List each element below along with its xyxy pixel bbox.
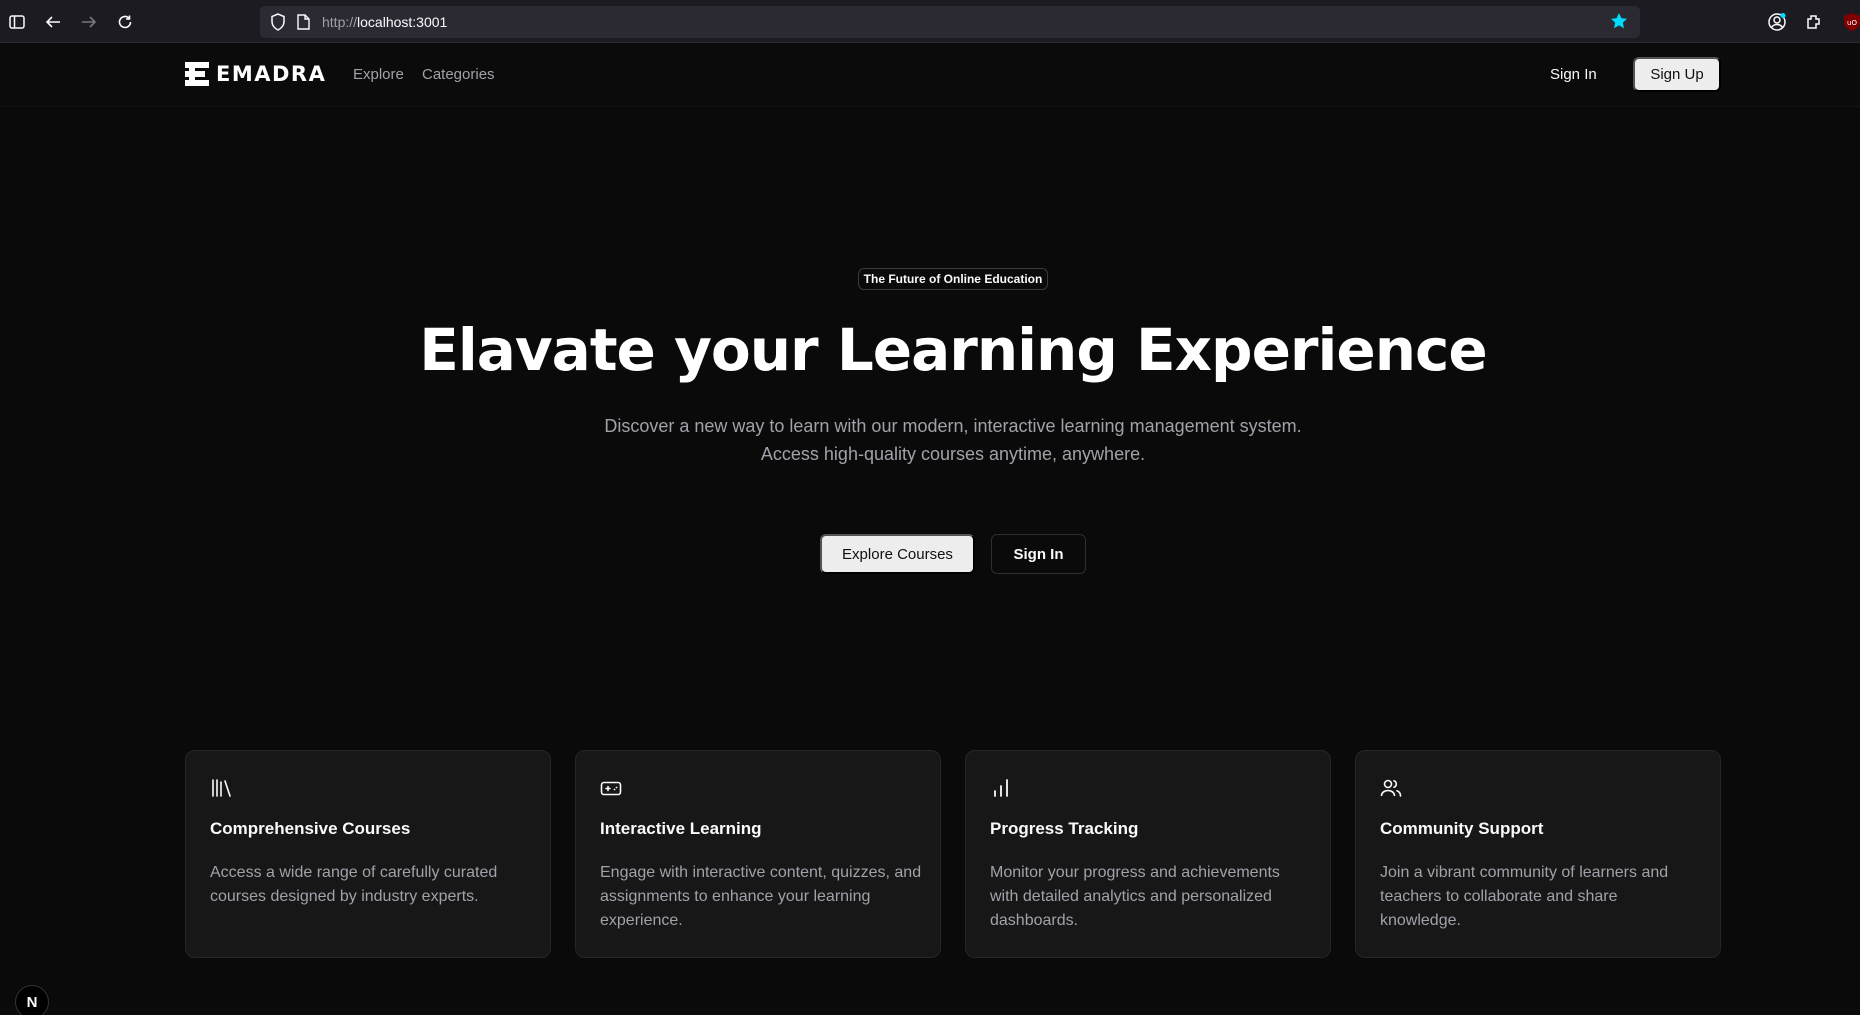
gamepad-icon [600, 781, 622, 796]
browser-toolbar: http://localhost:3001 uO [0, 0, 1860, 43]
hero-subtitle-line1: Discover a new way to learn with our mod… [604, 416, 1302, 436]
extensions-icon[interactable] [1803, 11, 1825, 33]
ublock-icon[interactable]: uO [1841, 11, 1860, 33]
feature-card: Interactive Learning Engage with interac… [575, 750, 941, 958]
site-header: EMADRA Explore Categories Sign In Sign U… [0, 43, 1860, 107]
feature-title: Comprehensive Courses [210, 819, 411, 838]
feature-description: Engage with interactive content, quizzes… [600, 864, 922, 929]
hero-sign-in-button[interactable]: Sign In [991, 534, 1086, 574]
url-bar[interactable]: http://localhost:3001 [260, 6, 1640, 38]
explore-courses-button[interactable]: Explore Courses [820, 534, 975, 574]
star-icon[interactable] [1610, 12, 1628, 35]
feature-card: Community Support Join a vibrant communi… [1355, 750, 1721, 958]
forward-icon[interactable] [78, 11, 100, 33]
reload-icon[interactable] [114, 11, 136, 33]
nav-categories[interactable]: Categories [422, 66, 495, 83]
page-icon [296, 14, 310, 35]
header-sign-in-button[interactable]: Sign In [1550, 66, 1597, 83]
hero-subtitle-line2: Access high-quality courses anytime, any… [760, 444, 1146, 464]
back-icon[interactable] [42, 11, 64, 33]
url-prefix: http:// [322, 14, 358, 30]
brand-name: EMADRA [216, 62, 327, 86]
feature-title: Interactive Learning [600, 819, 762, 838]
logo-mark-icon [185, 62, 209, 86]
dev-tools-badge[interactable]: N [15, 985, 49, 1015]
bar-chart-icon [994, 779, 1008, 797]
shield-icon[interactable] [270, 13, 286, 36]
feature-card: Comprehensive Courses Access a wide rang… [185, 750, 551, 958]
brand-logo[interactable]: EMADRA [185, 62, 326, 86]
url-host: localhost:3001 [357, 14, 448, 30]
nav-explore[interactable]: Explore [353, 66, 404, 83]
header-sign-up-button[interactable]: Sign Up [1633, 57, 1721, 92]
svg-text:uO: uO [1847, 19, 1857, 27]
hero-title: Elavate your Learning Experience [419, 316, 1488, 384]
account-icon[interactable] [1766, 11, 1788, 33]
url-text[interactable]: http://localhost:3001 [322, 14, 447, 30]
feature-title: Community Support [1380, 819, 1544, 838]
feature-description: Join a vibrant community of learners and… [1380, 864, 1669, 929]
sidebar-icon[interactable] [6, 11, 28, 33]
hero-badge: The Future of Online Education [858, 268, 1048, 290]
users-icon [1380, 779, 1402, 797]
feature-title: Progress Tracking [990, 819, 1139, 838]
feature-card: Progress Tracking Monitor your progress … [965, 750, 1331, 958]
feature-description: Monitor your progress and achievements w… [990, 864, 1280, 929]
library-icon [212, 779, 231, 797]
feature-description: Access a wide range of carefully curated… [210, 864, 498, 905]
